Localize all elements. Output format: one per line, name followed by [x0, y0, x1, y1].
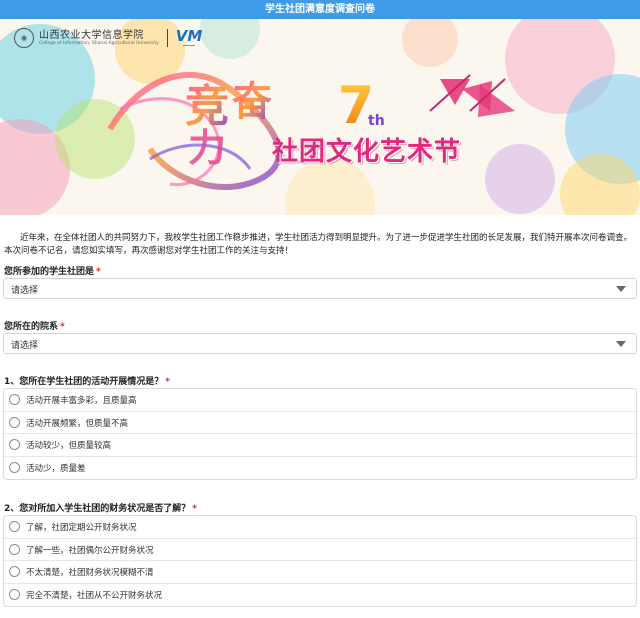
survey-intro: 近年来，在全体社团人的共同努力下，我校学生社团工作稳步推进，学生社团活力得到明显…: [4, 233, 633, 256]
question-department-label: 您所在的院系 *: [4, 319, 65, 332]
vm-logo-sub: ━━━━━: [183, 42, 196, 48]
question-text: 您所在的院系: [4, 322, 59, 332]
option-label[interactable]: 活动开展丰富多彩，且质量高: [26, 394, 137, 406]
select-value: 请选择: [11, 341, 39, 351]
logo-area: ◉ 山西农业大学信息学院 College of Information, Sha…: [14, 27, 202, 49]
select-value: 请选择: [11, 286, 39, 296]
question-1-options: 活动开展丰富多彩，且质量高 活动开展频繁，但质量不高 活动较少，但质量较高 活动…: [3, 388, 637, 480]
option-label[interactable]: 不太清楚，社团财务状况模糊不清: [26, 566, 154, 578]
radio-icon[interactable]: [9, 416, 20, 428]
chevron-down-icon[interactable]: [616, 341, 626, 347]
svg-text:竞: 竞: [185, 81, 229, 132]
question-2-label: 2、您对所加入学生社团的财务状况是否了解？ *: [4, 501, 197, 514]
department-select[interactable]: 请选择: [3, 333, 637, 354]
option-label[interactable]: 了解，社团定期公开财务状况: [26, 521, 137, 533]
option-label[interactable]: 活动较少，但质量较高: [26, 439, 111, 451]
svg-text:力: 力: [188, 126, 226, 170]
required-marker: *: [96, 267, 101, 277]
university-seal-icon: ◉: [14, 28, 34, 48]
radio-icon[interactable]: [9, 543, 20, 555]
radio-option[interactable]: 活动较少，但质量较高: [4, 434, 636, 457]
radio-option[interactable]: 完全不清楚，社团从不公开财务状况: [4, 584, 636, 607]
radio-option[interactable]: 活动开展频繁，但质量不高: [4, 412, 636, 434]
radio-option[interactable]: 不太清楚，社团财务状况模糊不清: [4, 561, 636, 584]
question-1-label: 1、您所在学生社团的活动开展情况是？ *: [4, 374, 170, 387]
university-name-en: College of Information, Shanxi Agricultu…: [39, 40, 159, 46]
radio-option[interactable]: 了解一些，社团偶尔公开财务状况: [4, 539, 636, 561]
radio-option[interactable]: 活动少，质量差: [4, 457, 636, 480]
radio-icon[interactable]: [9, 394, 20, 405]
question-text: 1、您所在学生社团的活动开展情况是？: [4, 377, 164, 387]
radio-option[interactable]: 了解，社团定期公开财务状况: [4, 516, 636, 539]
option-label[interactable]: 活动开展频繁，但质量不高: [26, 417, 128, 429]
banner: 竞 奋 力 7 th ◉ 山西农业大学信息学院 College of Infor…: [0, 19, 640, 215]
radio-option[interactable]: 活动开展丰富多彩，且质量高: [4, 389, 636, 412]
festival-title: 社团文化艺术节: [272, 137, 462, 167]
radio-icon[interactable]: [9, 588, 20, 600]
required-marker: *: [165, 377, 170, 387]
option-label[interactable]: 完全不清楚，社团从不公开财务状况: [26, 589, 162, 601]
vm-logo-mark: VM: [175, 26, 203, 45]
page-title: 学生社团满意度调查问卷: [0, 0, 640, 19]
question-text: 您所参加的学生社团是: [4, 267, 95, 277]
radio-icon[interactable]: [9, 521, 20, 532]
option-label[interactable]: 了解一些，社团偶尔公开财务状况: [26, 544, 154, 556]
question-text: 2、您对所加入学生社团的财务状况是否了解？: [4, 504, 191, 514]
radio-icon[interactable]: [9, 439, 20, 450]
svg-text:th: th: [368, 113, 385, 129]
university-name-cn: 山西农业大学信息学院: [39, 29, 144, 41]
required-marker: *: [192, 504, 197, 514]
svg-text:奋: 奋: [232, 79, 272, 125]
club-select[interactable]: 请选择: [3, 278, 637, 299]
university-name: 山西农业大学信息学院 College of Information, Shanx…: [39, 30, 159, 47]
question-2-options: 了解，社团定期公开财务状况 了解一些，社团偶尔公开财务状况 不太清楚，社团财务状…: [3, 515, 637, 607]
logo-divider: [166, 29, 168, 47]
question-club-label: 您所参加的学生社团是 *: [4, 264, 101, 277]
required-marker: *: [60, 322, 65, 332]
radio-icon[interactable]: [9, 461, 20, 473]
chevron-down-icon[interactable]: [616, 286, 626, 292]
radio-icon[interactable]: [9, 566, 20, 577]
vm-logo: VM ━━━━━: [175, 26, 203, 48]
option-label[interactable]: 活动少，质量差: [26, 462, 86, 474]
